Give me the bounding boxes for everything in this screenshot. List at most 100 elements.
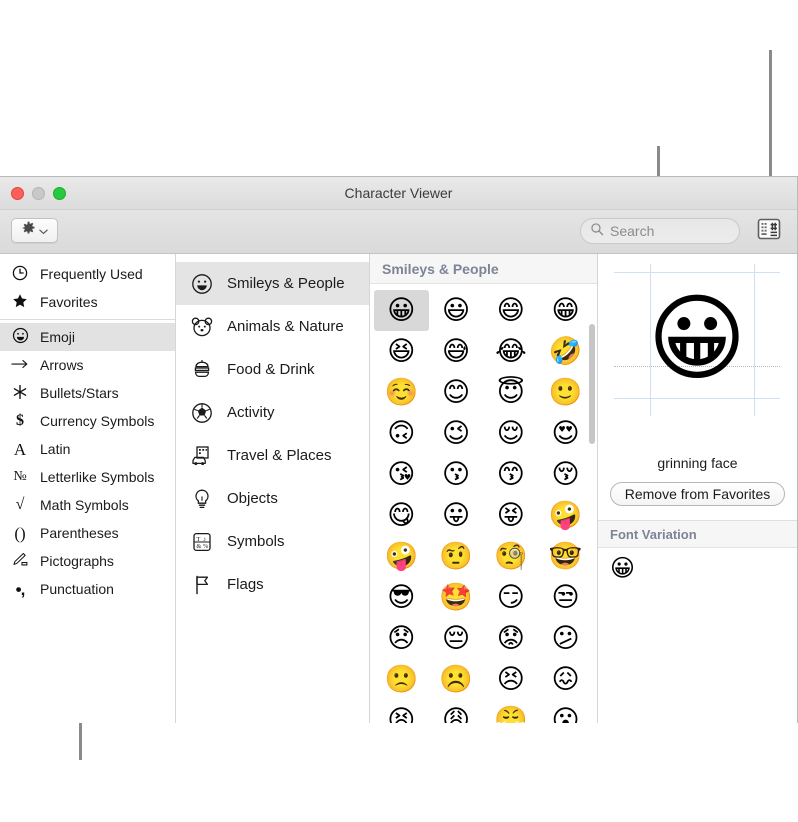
- category-item-food-and-drink[interactable]: Food & Drink: [176, 348, 369, 391]
- emoji-cell[interactable]: 😉: [429, 413, 484, 454]
- chevron-down-icon: [39, 222, 48, 240]
- emoji-cell[interactable]: 😕: [538, 618, 593, 659]
- sidebar-item-label: Parentheses: [40, 525, 119, 541]
- emoji-cell[interactable]: 😃: [429, 290, 484, 331]
- sidebar-item-letterlike-symbols[interactable]: № Letterlike Symbols: [0, 463, 175, 491]
- category-item-travel-and-places[interactable]: Travel & Places: [176, 434, 369, 477]
- emoji-cell[interactable]: 🤪: [538, 495, 593, 536]
- window-body: Frequently Used Favorites: [0, 254, 797, 723]
- parentheses-icon: (): [10, 525, 30, 542]
- emoji-cell[interactable]: 😝: [484, 495, 539, 536]
- sidebar-item-label: Pictographs: [40, 553, 114, 569]
- emoji-cell[interactable]: 😚: [538, 454, 593, 495]
- sidebar-item-punctuation[interactable]: •, Punctuation: [0, 575, 175, 603]
- sidebar-item-latin[interactable]: A Latin: [0, 435, 175, 463]
- sidebar-item-favorites[interactable]: Favorites: [0, 288, 175, 316]
- emoji-cell[interactable]: 😋: [374, 495, 429, 536]
- emoji-cell[interactable]: 😄: [484, 290, 539, 331]
- emoji-cell[interactable]: 😙: [484, 454, 539, 495]
- font-variation-title: Font Variation: [610, 527, 697, 542]
- sidebar-item-label: Bullets/Stars: [40, 385, 119, 401]
- emoji-cell[interactable]: 😞: [374, 618, 429, 659]
- emoji-cell[interactable]: 😏: [484, 577, 539, 618]
- emoji-cell[interactable]: 😎: [374, 577, 429, 618]
- emoji-cell[interactable]: 😁: [538, 290, 593, 331]
- emoji-cell[interactable]: 🤩: [429, 577, 484, 618]
- emoji-cell[interactable]: ☹️: [429, 659, 484, 700]
- emoji-cell[interactable]: 😊: [429, 372, 484, 413]
- emoji-cell[interactable]: 🙂: [538, 372, 593, 413]
- action-menu-button[interactable]: [11, 218, 58, 243]
- category-item-animals-and-nature[interactable]: Animals & Nature: [176, 305, 369, 348]
- emoji-cell[interactable]: 😔: [429, 618, 484, 659]
- category-item-symbols[interactable]: T ♪ & % Symbols: [176, 520, 369, 563]
- emoji-cell[interactable]: 😆: [374, 331, 429, 372]
- emoji-cell[interactable]: 😅: [429, 331, 484, 372]
- svg-text:&: &: [196, 543, 201, 550]
- search-icon: [590, 222, 604, 241]
- emoji-cell[interactable]: 😫: [374, 700, 429, 723]
- emoji-cell[interactable]: 😍: [538, 413, 593, 454]
- emoji-cell[interactable]: 😛: [429, 495, 484, 536]
- sidebar-item-emoji[interactable]: Emoji: [0, 323, 175, 351]
- bear-outline-icon: [190, 316, 214, 338]
- star-icon: [10, 293, 30, 312]
- emoji-cell[interactable]: ☺️: [374, 372, 429, 413]
- character-palette-button[interactable]: [754, 218, 784, 244]
- character-preview-glyph: 😀: [614, 256, 780, 422]
- character-preview-box: 😀: [614, 256, 780, 422]
- search-input[interactable]: Search: [580, 218, 740, 244]
- arrow-right-icon: [10, 358, 30, 373]
- gear-icon: [21, 221, 36, 241]
- sidebar-item-parentheses[interactable]: () Parentheses: [0, 519, 175, 547]
- emoji-cell[interactable]: 🧐: [484, 536, 539, 577]
- emoji-cell[interactable]: 🤪: [374, 536, 429, 577]
- sidebar-item-label: Favorites: [40, 294, 98, 310]
- sidebar-item-arrows[interactable]: Arrows: [0, 351, 175, 379]
- font-variation-cell[interactable]: 😀: [610, 556, 635, 580]
- character-preview-area: 😀: [598, 254, 797, 453]
- remove-from-favorites-button[interactable]: Remove from Favorites: [610, 482, 785, 506]
- smiley-icon: [10, 327, 30, 347]
- emoji-cell[interactable]: 😇: [484, 372, 539, 413]
- emoji-cell[interactable]: 🤓: [538, 536, 593, 577]
- emoji-grid-scrollbar[interactable]: [589, 324, 595, 444]
- punctuation-icon: •,: [10, 581, 30, 598]
- category-item-objects[interactable]: Objects: [176, 477, 369, 520]
- symbols-grid-icon: T ♪ & %: [190, 531, 214, 553]
- flag-icon: [190, 574, 214, 596]
- emoji-cell[interactable]: 😖: [538, 659, 593, 700]
- emoji-cell[interactable]: 😀: [374, 290, 429, 331]
- emoji-cell[interactable]: 😘: [374, 454, 429, 495]
- emoji-cell[interactable]: 😟: [484, 618, 539, 659]
- sidebar-divider: [0, 319, 175, 320]
- emoji-cell[interactable]: 😗: [429, 454, 484, 495]
- sidebar-item-label: Currency Symbols: [40, 413, 154, 429]
- emoji-grid-column: Smileys & People 😀😃😄😁😆😅😂🤣☺️😊😇🙂🙃😉😌😍😘😗😙😚😋😛…: [370, 254, 598, 723]
- emoji-cell[interactable]: 😣: [484, 659, 539, 700]
- emoji-cell[interactable]: 🤨: [429, 536, 484, 577]
- emoji-cell[interactable]: 🙃: [374, 413, 429, 454]
- sidebar-item-label: Punctuation: [40, 581, 114, 597]
- emoji-grid-scroll-area[interactable]: 😀😃😄😁😆😅😂🤣☺️😊😇🙂🙃😉😌😍😘😗😙😚😋😛😝🤪🤪🤨🧐🤓😎🤩😏😒😞😔😟😕🙁☹️…: [370, 284, 597, 723]
- sidebar-item-pictographs[interactable]: Pictographs: [0, 547, 175, 575]
- emoji-cell[interactable]: 😩: [429, 700, 484, 723]
- emoji-cell[interactable]: 😂: [484, 331, 539, 372]
- emoji-cell[interactable]: 🤣: [538, 331, 593, 372]
- sidebar-item-label: Arrows: [40, 357, 84, 373]
- sidebar-item-math-symbols[interactable]: √ Math Symbols: [0, 491, 175, 519]
- category-item-activity[interactable]: Activity: [176, 391, 369, 434]
- emoji-cell[interactable]: 😒: [538, 577, 593, 618]
- emoji-cell[interactable]: 😤: [484, 700, 539, 723]
- emoji-cell[interactable]: 😮: [538, 700, 593, 723]
- emoji-cell[interactable]: 🙁: [374, 659, 429, 700]
- sidebar-item-bullets-stars[interactable]: Bullets/Stars: [0, 379, 175, 407]
- sidebar-item-label: Frequently Used: [40, 266, 143, 282]
- category-item-flags[interactable]: Flags: [176, 563, 369, 606]
- emoji-cell[interactable]: 😌: [484, 413, 539, 454]
- category-item-label: Flags: [227, 576, 264, 593]
- sidebar-item-frequently-used[interactable]: Frequently Used: [0, 260, 175, 288]
- sidebar-item-currency-symbols[interactable]: $ Currency Symbols: [0, 407, 175, 435]
- category-item-smileys-and-people[interactable]: Smileys & People: [176, 262, 369, 305]
- pictograph-icon: [10, 552, 30, 570]
